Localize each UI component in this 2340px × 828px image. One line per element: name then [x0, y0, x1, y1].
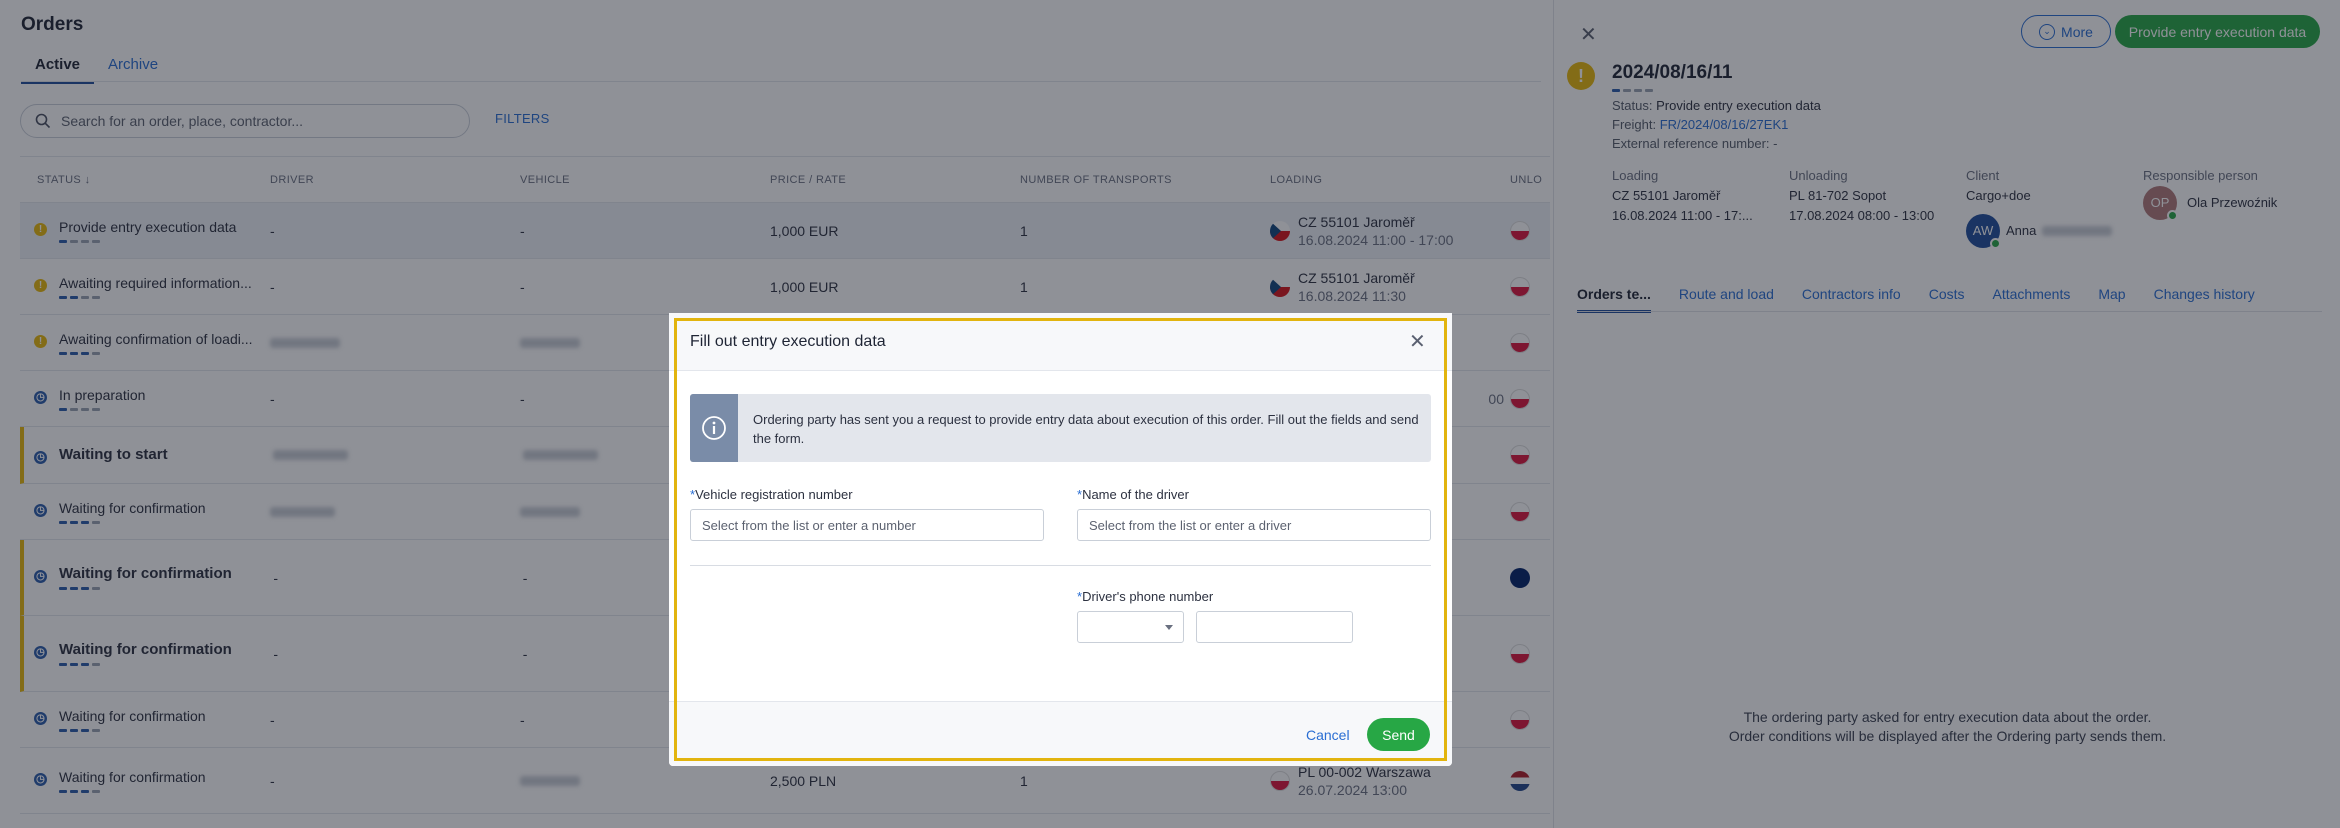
cancel-button[interactable]: Cancel: [1306, 727, 1350, 743]
vehicle-label: *Vehicle registration number: [690, 487, 853, 502]
vehicle-input[interactable]: [691, 510, 1043, 540]
entry-data-modal: Fill out entry execution data ✕ Ordering…: [669, 313, 1452, 766]
driver-label: *Name of the driver: [1077, 487, 1189, 502]
driver-field[interactable]: [1077, 509, 1431, 541]
info-text: Ordering party has sent you a request to…: [753, 412, 1419, 446]
phone-label: *Driver's phone number: [1077, 589, 1214, 604]
driver-input[interactable]: [1078, 510, 1430, 540]
modal-title: Fill out entry execution data: [690, 333, 886, 350]
vehicle-field[interactable]: [690, 509, 1044, 541]
phone-number-input[interactable]: [1197, 612, 1352, 642]
send-button[interactable]: Send: [1367, 718, 1430, 751]
chevron-down-icon: [1165, 625, 1173, 630]
close-icon[interactable]: ✕: [1409, 329, 1426, 354]
info-icon: [702, 416, 726, 440]
phone-prefix-select[interactable]: [1077, 611, 1184, 643]
divider: [690, 565, 1431, 566]
modal-header: Fill out entry execution data ✕: [669, 313, 1452, 371]
phone-number-field[interactable]: [1196, 611, 1353, 643]
info-banner: Ordering party has sent you a request to…: [690, 394, 1431, 462]
